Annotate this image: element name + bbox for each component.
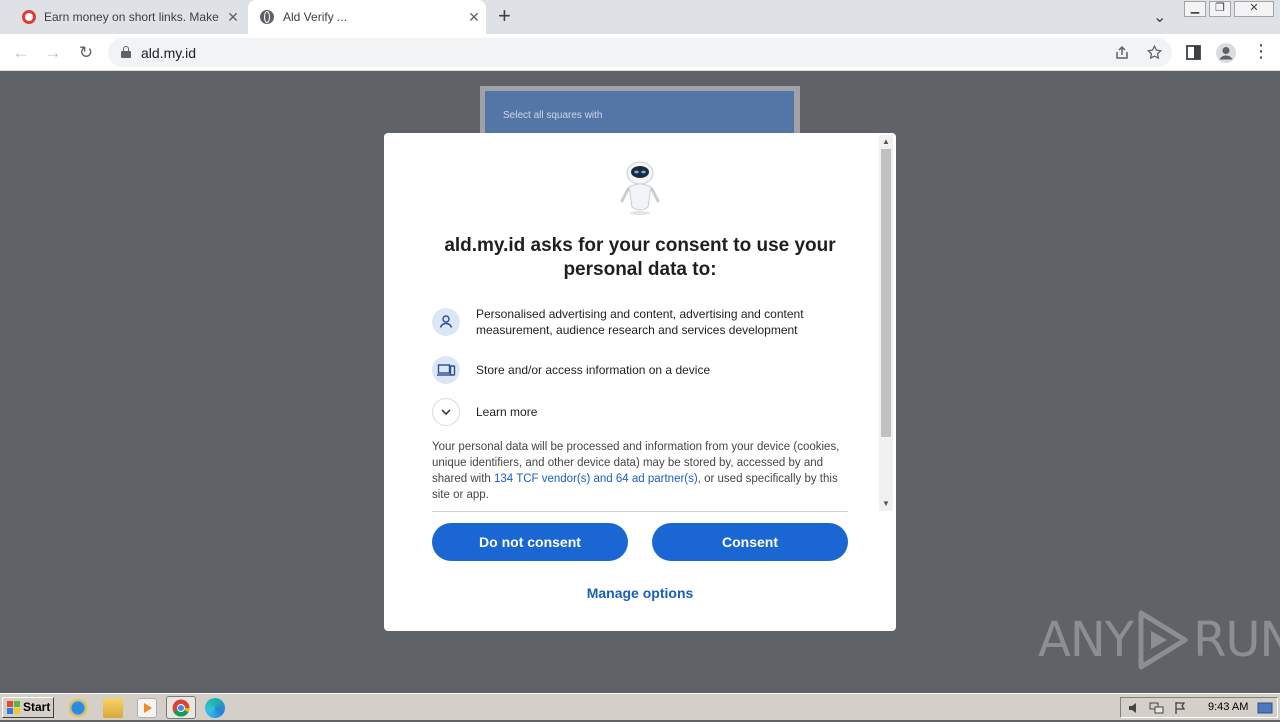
close-tab-icon[interactable]: ✕	[465, 9, 483, 26]
chrome-taskbar-button[interactable]	[166, 696, 196, 719]
play-logo-icon	[1138, 610, 1188, 670]
globe-icon	[260, 10, 274, 24]
device-icon	[432, 356, 460, 384]
tab-favicon-icon	[22, 10, 36, 24]
tab-earn-money[interactable]: Earn money on short links. Make sho ✕	[0, 0, 246, 34]
learn-more-toggle[interactable]: Learn more	[432, 398, 537, 426]
show-desktop-icon[interactable]	[1257, 701, 1273, 715]
watermark-text: ANY	[1038, 612, 1134, 668]
consent-body-text: Your personal data will be processed and…	[432, 439, 844, 503]
tab-title: Earn money on short links. Make sho	[44, 10, 220, 24]
tab-title: Ald Verify ...	[283, 10, 348, 24]
internet-explorer-icon[interactable]	[69, 698, 89, 718]
dialog-scrollbar[interactable]: ▲ ▼	[879, 135, 893, 511]
purpose-item: Personalised advertising and content, ad…	[432, 306, 842, 338]
share-icon[interactable]	[1114, 45, 1130, 61]
start-label: Start	[23, 700, 51, 714]
file-explorer-icon[interactable]	[103, 698, 123, 718]
volume-icon[interactable]	[1127, 701, 1141, 715]
purpose-text: Store and/or access information on a dev…	[476, 363, 711, 377]
forward-icon[interactable]: →	[40, 40, 66, 66]
reload-icon[interactable]: ↻	[73, 40, 99, 66]
menu-kebab-icon[interactable]: ⋮	[1252, 41, 1270, 61]
chrome-icon	[172, 699, 190, 717]
tab-search-icon[interactable]: ⌄	[1153, 7, 1166, 27]
manage-options-link[interactable]: Manage options	[384, 585, 896, 601]
scroll-down-icon[interactable]: ▼	[881, 499, 891, 509]
browser-toolbar: ← → ↻ ald.my.id ⋮	[0, 34, 1280, 71]
tab-ald-verify[interactable]: Ald Verify ... ✕	[248, 0, 486, 34]
watermark-text: RUN	[1193, 612, 1280, 668]
robot-logo-icon	[620, 161, 660, 215]
do-not-consent-button[interactable]: Do not consent	[432, 523, 628, 561]
system-tray	[1120, 697, 1278, 718]
captcha-prompt: Select all squares with	[503, 110, 603, 121]
scrollbar-thumb[interactable]	[881, 149, 891, 437]
lock-icon	[121, 46, 131, 58]
dialog-divider	[432, 511, 848, 512]
profile-avatar-icon[interactable]	[1215, 42, 1237, 64]
chevron-down-icon[interactable]	[432, 398, 460, 426]
restore-button[interactable]: ❐	[1209, 1, 1231, 17]
windows-flag-icon	[7, 701, 20, 714]
minimize-button[interactable]: ▁	[1184, 1, 1206, 17]
back-icon[interactable]: ←	[8, 40, 34, 66]
taskbar-clock[interactable]: 9:43 AM	[1208, 701, 1248, 713]
vendors-link[interactable]: 134 TCF vendor(s) and 64 ad partner(s)	[494, 473, 698, 485]
consent-dialog: ▲ ▼ ald.my.id asks for your consent to u…	[384, 133, 896, 631]
person-icon	[432, 308, 460, 336]
action-center-flag-icon[interactable]	[1173, 701, 1187, 715]
purpose-item: Store and/or access information on a dev…	[432, 356, 710, 384]
network-icon[interactable]	[1149, 701, 1165, 715]
windows-taskbar: Start 9:43 AM	[0, 693, 1280, 720]
address-bar[interactable]: ald.my.id	[108, 38, 1172, 67]
side-panel-icon[interactable]	[1186, 45, 1201, 60]
close-tab-icon[interactable]: ✕	[224, 9, 242, 26]
new-tab-button[interactable]: +	[498, 5, 511, 27]
window-close-button[interactable]: ✕	[1234, 1, 1274, 17]
media-player-icon[interactable]	[137, 698, 157, 718]
purpose-text: Personalised advertising and content, ad…	[476, 307, 804, 337]
scroll-up-icon[interactable]: ▲	[881, 137, 891, 147]
start-button[interactable]: Start	[2, 697, 54, 718]
learn-more-label[interactable]: Learn more	[476, 404, 537, 420]
bookmark-star-icon[interactable]	[1146, 44, 1163, 61]
tab-strip: Earn money on short links. Make sho ✕ Al…	[0, 0, 1280, 34]
consent-title: ald.my.id asks for your consent to use y…	[444, 235, 836, 280]
url-text[interactable]: ald.my.id	[141, 45, 196, 61]
edge-icon[interactable]	[205, 698, 225, 718]
consent-button[interactable]: Consent	[652, 523, 848, 561]
anyrun-watermark: ANY RUN	[1038, 608, 1280, 672]
